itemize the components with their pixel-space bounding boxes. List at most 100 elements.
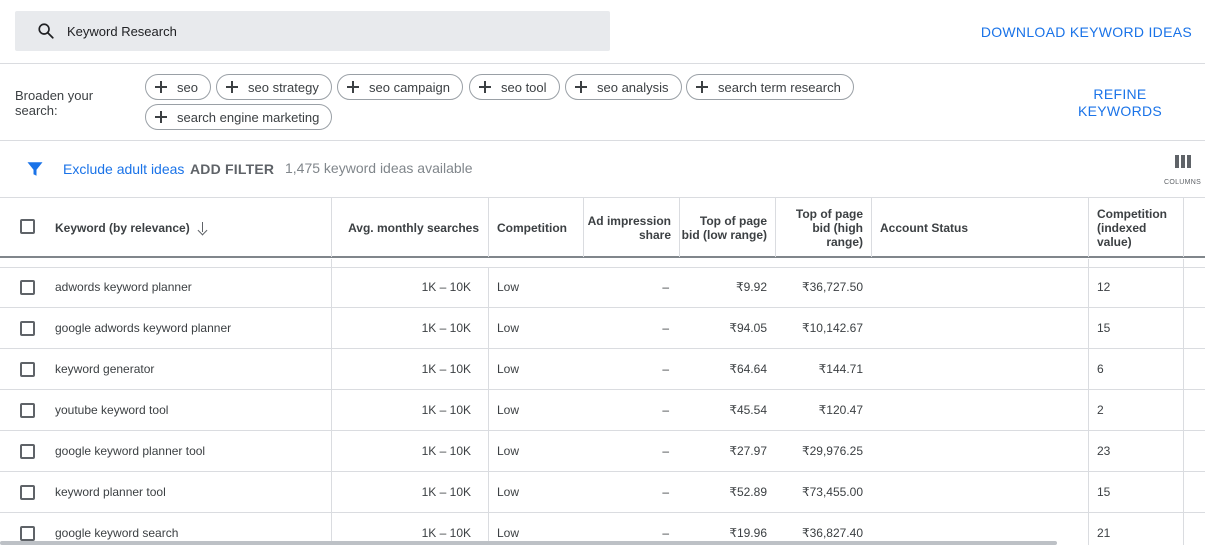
filter-icon[interactable] (26, 160, 44, 178)
cell-searches: 1K – 10K (331, 267, 488, 307)
cell-competition: Low (488, 267, 583, 307)
cell-keyword: google adwords keyword planner (55, 321, 232, 335)
cell-competition-indexed: 23 (1088, 431, 1183, 471)
row-checkbox[interactable] (20, 526, 35, 541)
cell-bid-high: ₹36,727.50 (801, 280, 863, 294)
table-row[interactable]: keyword planner tool 1K – 10K Low – ₹52.… (0, 472, 1205, 513)
header-competition[interactable]: Competition (488, 198, 583, 257)
cell-keyword: youtube keyword tool (55, 403, 169, 417)
download-keyword-ideas-button[interactable]: DOWNLOAD KEYWORD IDEAS (981, 24, 1192, 40)
table-header: Keyword (by relevance) Avg. monthly sear… (0, 197, 1205, 258)
cell-overflow (1183, 267, 1205, 307)
cell-account-status (871, 267, 1088, 307)
broaden-label: Broaden your search: (15, 88, 94, 118)
cell-account-status (871, 390, 1088, 430)
header-avg-monthly-searches[interactable]: Avg. monthly searches (331, 198, 488, 257)
cell-impression-share: – (662, 444, 669, 458)
cell-competition: Low (488, 472, 583, 512)
cell-overflow (1183, 349, 1205, 389)
header-bid-low[interactable]: Top of page bid (low range) (679, 198, 775, 257)
broaden-chip[interactable]: seo strategy (216, 74, 332, 100)
cell-bid-low: ₹52.89 (729, 485, 767, 499)
cell-bid-low: ₹64.64 (729, 362, 767, 376)
broaden-chip[interactable]: search engine marketing (145, 104, 333, 130)
cell-competition: Low (488, 349, 583, 389)
cell-searches: 1K – 10K (331, 308, 488, 348)
table-row[interactable]: keyword generator 1K – 10K Low – ₹64.64 … (0, 349, 1205, 390)
cell-bid-high: ₹144.71 (818, 362, 863, 376)
cell-competition-indexed: 6 (1088, 349, 1183, 389)
row-checkbox[interactable] (20, 444, 35, 459)
cell-keyword: adwords keyword planner (55, 280, 192, 294)
cell-overflow (1183, 472, 1205, 512)
chip-label: seo tool (501, 79, 547, 95)
chip-label: seo analysis (597, 79, 669, 95)
cell-bid-low: ₹45.54 (729, 403, 767, 417)
plus-icon (479, 81, 491, 93)
refine-keywords-button[interactable]: REFINE KEYWORDS (1070, 86, 1170, 120)
plus-icon (155, 81, 167, 93)
header-keyword[interactable]: Keyword (by relevance) (55, 198, 330, 257)
cell-impression-share: – (662, 321, 669, 335)
chip-label: search engine marketing (177, 109, 320, 125)
cell-account-status (871, 472, 1088, 512)
cell-bid-high: ₹120.47 (818, 403, 863, 417)
cell-overflow (1183, 431, 1205, 471)
broaden-chip[interactable]: search term research (686, 74, 854, 100)
table-row[interactable]: google keyword planner tool 1K – 10K Low… (0, 431, 1205, 472)
cell-account-status (871, 349, 1088, 389)
plus-icon (226, 81, 238, 93)
add-filter-button[interactable]: ADD FILTER (190, 161, 274, 177)
keyword-search-box[interactable]: Keyword Research (15, 11, 610, 51)
header-bid-high[interactable]: Top of page bid (high range) (775, 198, 871, 257)
cell-bid-low: ₹27.97 (729, 444, 767, 458)
cell-account-status (871, 308, 1088, 348)
broaden-chip[interactable]: seo tool (469, 74, 560, 100)
columns-icon (1175, 155, 1191, 168)
row-checkbox[interactable] (20, 321, 35, 336)
table-row[interactable]: google adwords keyword planner 1K – 10K … (0, 308, 1205, 349)
cell-bid-low: ₹9.92 (736, 280, 767, 294)
header-competition-indexed[interactable]: Competition (indexed value) (1088, 198, 1183, 257)
row-checkbox[interactable] (20, 485, 35, 500)
search-icon (38, 23, 54, 39)
chip-label: seo campaign (369, 79, 450, 95)
cell-searches: 1K – 10K (331, 349, 488, 389)
cell-keyword: google keyword planner tool (55, 444, 206, 458)
exclude-adult-ideas-link[interactable]: Exclude adult ideas (63, 161, 184, 177)
row-checkbox[interactable] (20, 362, 35, 377)
cell-overflow (1183, 390, 1205, 430)
header-ad-impression-share[interactable]: Ad impression share (583, 198, 679, 257)
divider (0, 63, 1205, 64)
broaden-chip[interactable]: seo campaign (337, 74, 463, 100)
broaden-chip[interactable]: seo (145, 74, 211, 100)
cell-searches: 1K – 10K (331, 431, 488, 471)
broaden-chip[interactable]: seo analysis (565, 74, 682, 100)
table-row[interactable]: youtube keyword tool 1K – 10K Low – ₹45.… (0, 390, 1205, 431)
cell-overflow (1183, 513, 1205, 545)
table-row[interactable]: adwords keyword planner 1K – 10K Low – ₹… (0, 267, 1205, 308)
header-keyword-label: Keyword (by relevance) (55, 220, 190, 235)
header-account-status[interactable]: Account Status (871, 198, 1088, 257)
search-input[interactable]: Keyword Research (67, 24, 177, 39)
cell-competition: Low (488, 431, 583, 471)
cell-competition-indexed: 15 (1088, 308, 1183, 348)
cell-competition: Low (488, 390, 583, 430)
sort-down-arrow-icon (198, 221, 208, 234)
cell-competition-indexed: 12 (1088, 267, 1183, 307)
horizontal-scrollbar[interactable] (0, 541, 1057, 545)
cell-impression-share: – (662, 403, 669, 417)
select-all-checkbox[interactable] (20, 219, 35, 234)
columns-button[interactable]: COLUMNS (1160, 152, 1205, 188)
row-checkbox[interactable] (20, 280, 35, 295)
cell-bid-high: ₹29,976.25 (801, 444, 863, 458)
cell-competition-indexed: 21 (1088, 513, 1183, 545)
cell-competition: Low (488, 308, 583, 348)
cell-competition-indexed: 2 (1088, 390, 1183, 430)
plus-icon (155, 111, 167, 123)
header-overflow (1183, 198, 1205, 257)
plus-icon (347, 81, 359, 93)
cell-keyword: keyword planner tool (55, 485, 166, 499)
cell-competition-indexed: 15 (1088, 472, 1183, 512)
row-checkbox[interactable] (20, 403, 35, 418)
